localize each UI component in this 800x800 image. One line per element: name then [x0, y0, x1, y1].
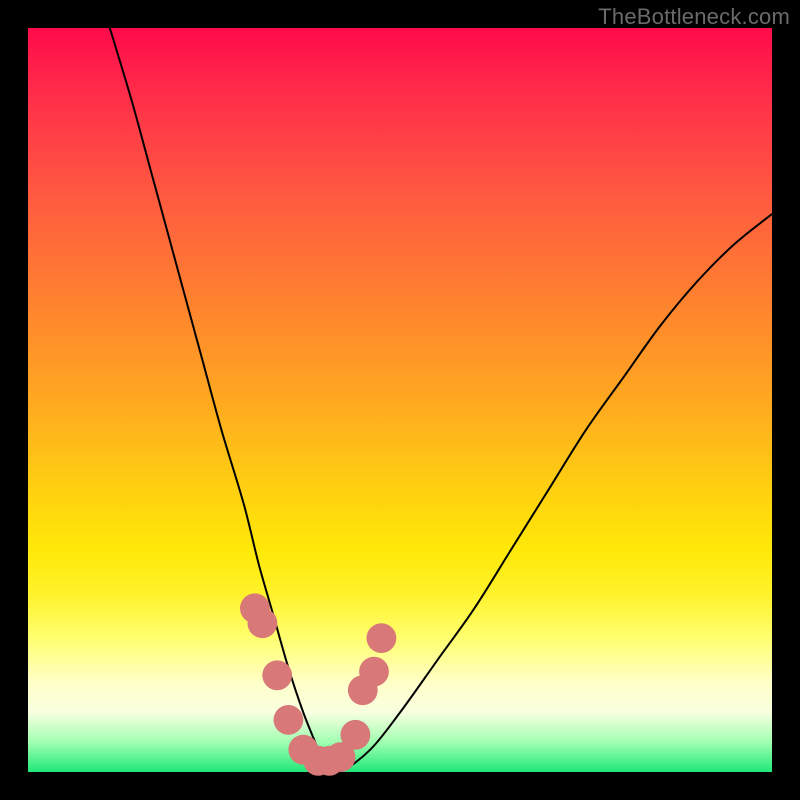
- marker-dot: [248, 608, 278, 638]
- marker-dot: [341, 720, 371, 750]
- bottleneck-curve: [110, 28, 772, 775]
- marker-dot: [274, 705, 304, 735]
- watermark-text: TheBottleneck.com: [598, 4, 790, 30]
- marker-dot: [262, 660, 292, 690]
- marker-dot: [367, 623, 397, 653]
- marker-dot: [359, 657, 389, 687]
- chart-frame: TheBottleneck.com: [0, 0, 800, 800]
- chart-overlay: [28, 28, 772, 772]
